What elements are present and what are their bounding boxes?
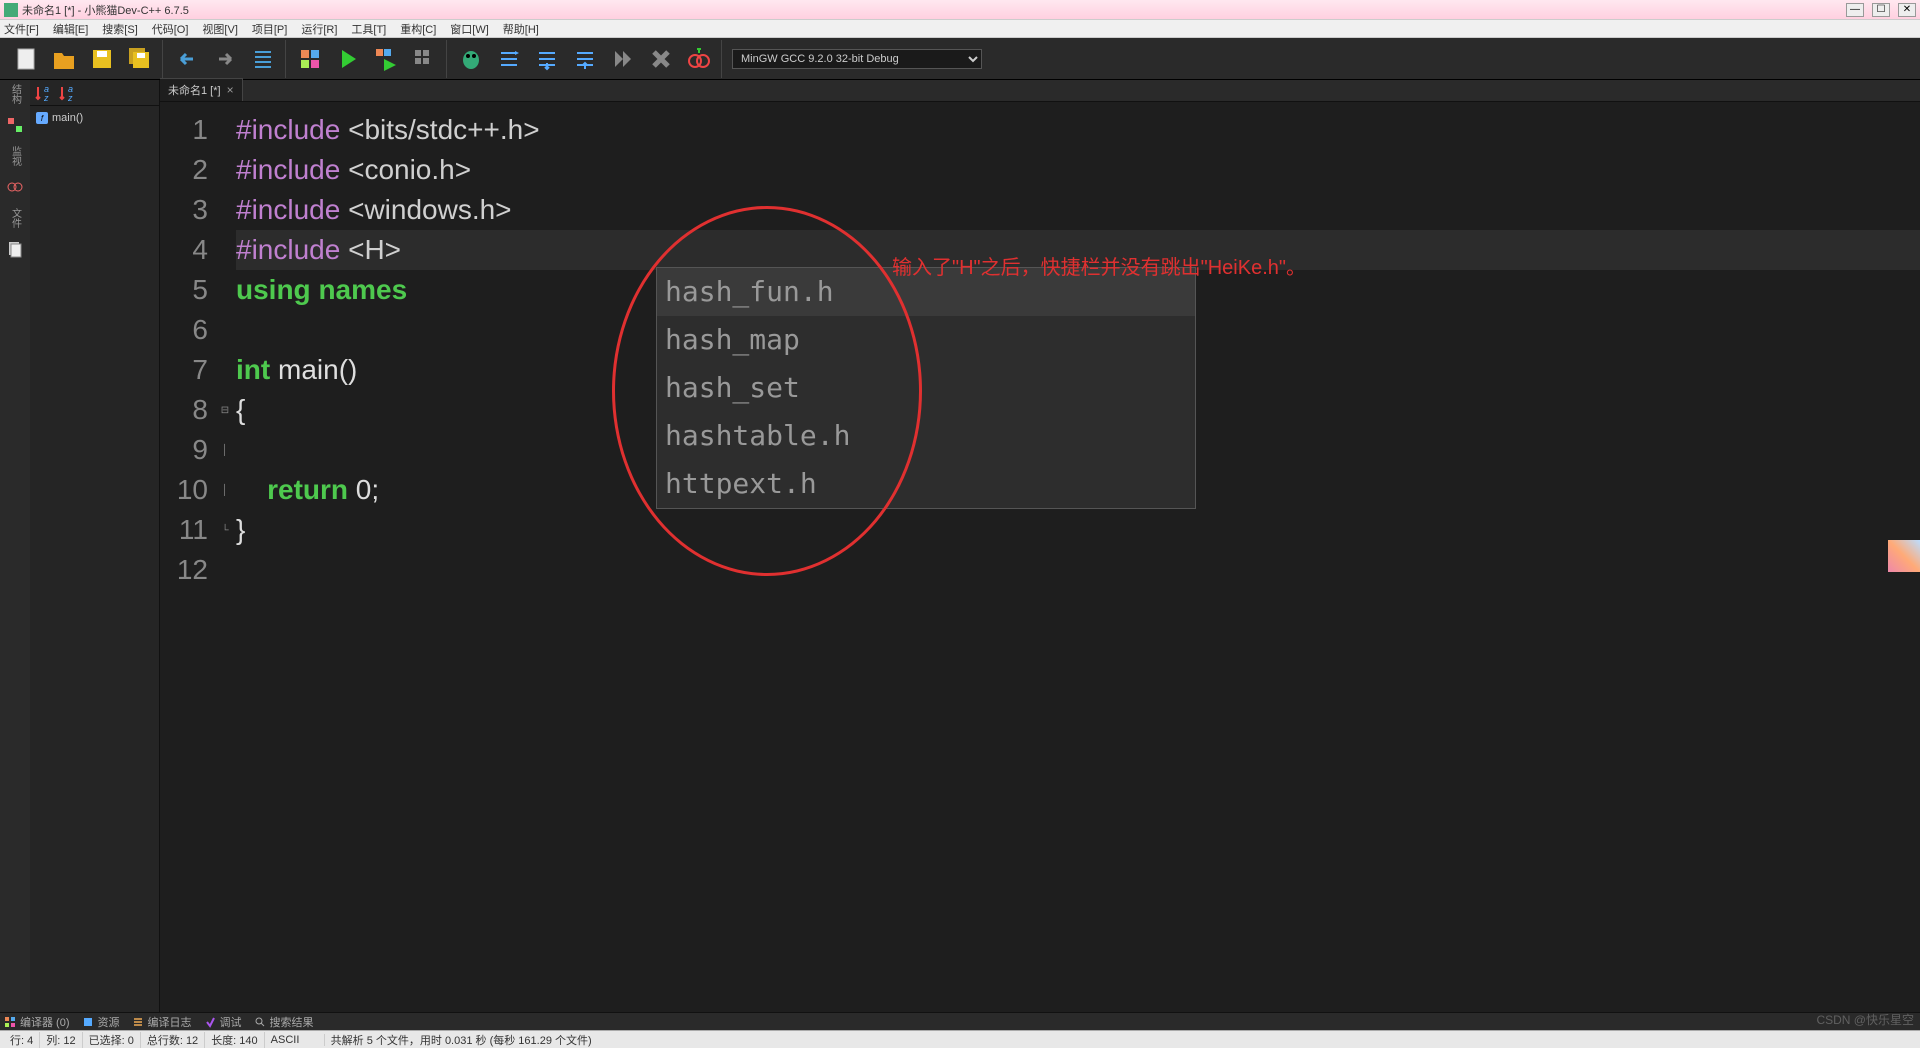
autocomplete-item[interactable]: httpext.h bbox=[657, 460, 1195, 508]
menu-file[interactable]: 文件[F] bbox=[4, 21, 39, 37]
bottom-tab-log[interactable]: 编译日志 bbox=[132, 1014, 192, 1030]
step-out-button[interactable] bbox=[567, 41, 603, 77]
redo-button[interactable] bbox=[207, 41, 243, 77]
line-gutter: 1 2 3 4 5 6 7 8 9 10 11 12 bbox=[160, 102, 218, 1012]
bottom-tab-resources[interactable]: 资源 bbox=[82, 1014, 120, 1030]
watch-button[interactable] bbox=[681, 41, 717, 77]
close-button[interactable]: ✕ bbox=[1898, 3, 1916, 17]
sort-asc-icon[interactable]: az bbox=[58, 83, 78, 103]
status-sel: 已选择: 0 bbox=[83, 1032, 141, 1048]
bottom-tab-compiler[interactable]: 编译器 (0) bbox=[4, 1014, 70, 1030]
editor-area: 未命名1 [*] × 1 2 3 4 5 6 7 8 9 10 11 12 bbox=[160, 80, 1920, 1012]
step-over-button[interactable] bbox=[491, 41, 527, 77]
open-button[interactable] bbox=[46, 41, 82, 77]
menu-window[interactable]: 窗口[W] bbox=[450, 21, 489, 37]
maximize-button[interactable]: ☐ bbox=[1872, 3, 1890, 17]
structure-tree: f main() bbox=[30, 106, 159, 130]
fold-column: ⊟││└ bbox=[218, 102, 232, 1012]
menu-refactor[interactable]: 重构[C] bbox=[400, 21, 436, 37]
status-row: 行: 4 bbox=[4, 1032, 40, 1048]
menu-code[interactable]: 代码[O] bbox=[152, 21, 189, 37]
status-len: 长度: 140 bbox=[205, 1032, 264, 1048]
menu-search[interactable]: 搜索[S] bbox=[102, 21, 137, 37]
main-area: 结构 监视 文件 az az f main() 未命名1 [*] × 1 bbox=[0, 80, 1920, 1012]
function-icon: f bbox=[36, 112, 48, 124]
rebuild-button[interactable] bbox=[406, 41, 442, 77]
autocomplete-item[interactable]: hash_fun.h bbox=[657, 268, 1195, 316]
bottom-tab-search[interactable]: 搜索结果 bbox=[254, 1014, 314, 1030]
tab-close-button[interactable]: × bbox=[227, 83, 234, 97]
code-editor[interactable]: 1 2 3 4 5 6 7 8 9 10 11 12 ⊟││└ #include… bbox=[160, 102, 1920, 1012]
files-icon[interactable] bbox=[6, 240, 24, 258]
tab-file[interactable]: 未命名1 [*] × bbox=[160, 78, 243, 101]
debug-button[interactable] bbox=[453, 41, 489, 77]
titlebar: 未命名1 [*] - 小熊猫Dev-C++ 6.7.5 — ☐ ✕ bbox=[0, 0, 1920, 20]
continue-button[interactable] bbox=[605, 41, 641, 77]
menubar: 文件[F] 编辑[E] 搜索[S] 代码[O] 视图[V] 项目[P] 运行[R… bbox=[0, 20, 1920, 38]
new-file-button[interactable] bbox=[8, 41, 44, 77]
menu-tools[interactable]: 工具[T] bbox=[351, 21, 386, 37]
sidebar-watch[interactable]: 监视 bbox=[8, 146, 23, 166]
tree-item-main[interactable]: f main() bbox=[34, 110, 155, 126]
autocomplete-item[interactable]: hash_set bbox=[657, 364, 1195, 412]
glasses-icon[interactable] bbox=[6, 178, 24, 196]
status-col: 列: 12 bbox=[40, 1032, 82, 1048]
autocomplete-popup[interactable]: hash_fun.h hash_map hash_set hashtable.h… bbox=[656, 267, 1196, 509]
menu-edit[interactable]: 编辑[E] bbox=[53, 21, 88, 37]
sidebar-files[interactable]: 文件 bbox=[8, 208, 23, 228]
status-total: 总行数: 12 bbox=[141, 1032, 205, 1048]
svg-text:z: z bbox=[43, 93, 49, 103]
save-button[interactable] bbox=[84, 41, 120, 77]
bottom-tabs: 编译器 (0) 资源 编译日志 调试 搜索结果 bbox=[0, 1012, 1920, 1030]
window-controls: — ☐ ✕ bbox=[1846, 3, 1916, 17]
app-icon bbox=[4, 3, 18, 17]
save-all-button[interactable] bbox=[122, 41, 158, 77]
structure-panel: az az f main() bbox=[30, 80, 160, 1012]
code-content[interactable]: #include <bits/stdc++.h> #include <conio… bbox=[232, 102, 1920, 1012]
decorative-thumbnail bbox=[1888, 540, 1920, 572]
menu-project[interactable]: 项目[P] bbox=[252, 21, 287, 37]
menu-run[interactable]: 运行[R] bbox=[301, 21, 337, 37]
status-enc: ASCII bbox=[265, 1034, 325, 1046]
tab-bar: 未命名1 [*] × bbox=[160, 80, 1920, 102]
sidebar-structure[interactable]: 结构 bbox=[8, 84, 23, 104]
left-sidebar: 结构 监视 文件 bbox=[0, 80, 30, 1012]
autocomplete-item[interactable]: hash_map bbox=[657, 316, 1195, 364]
watermark: CSDN @快乐星空 bbox=[1816, 1011, 1914, 1028]
undo-button[interactable] bbox=[169, 41, 205, 77]
menu-view[interactable]: 视图[V] bbox=[202, 21, 237, 37]
compile-button[interactable] bbox=[292, 41, 328, 77]
compile-run-button[interactable] bbox=[368, 41, 404, 77]
tab-label: 未命名1 [*] bbox=[168, 82, 221, 98]
stop-button[interactable] bbox=[643, 41, 679, 77]
autocomplete-item[interactable]: hashtable.h bbox=[657, 412, 1195, 460]
svg-text:z: z bbox=[67, 93, 73, 103]
pin-icon[interactable] bbox=[6, 116, 24, 134]
tree-item-label: main() bbox=[52, 112, 83, 124]
statusbar: 行: 4 列: 12 已选择: 0 总行数: 12 长度: 140 ASCII … bbox=[0, 1030, 1920, 1048]
indent-button[interactable] bbox=[245, 41, 281, 77]
menu-help[interactable]: 帮助[H] bbox=[503, 21, 539, 37]
minimize-button[interactable]: — bbox=[1846, 3, 1864, 17]
sort-desc-icon[interactable]: az bbox=[34, 83, 54, 103]
toolbar: MinGW GCC 9.2.0 32-bit Debug bbox=[0, 38, 1920, 80]
step-into-button[interactable] bbox=[529, 41, 565, 77]
structure-toolbar: az az bbox=[30, 80, 159, 106]
bottom-tab-debug[interactable]: 调试 bbox=[204, 1014, 242, 1030]
compiler-select[interactable]: MinGW GCC 9.2.0 32-bit Debug bbox=[732, 49, 982, 69]
run-button[interactable] bbox=[330, 41, 366, 77]
status-parse: 共解析 5 个文件，用时 0.031 秒 (每秒 161.29 个文件) bbox=[325, 1032, 1916, 1048]
window-title: 未命名1 [*] - 小熊猫Dev-C++ 6.7.5 bbox=[22, 2, 1846, 18]
